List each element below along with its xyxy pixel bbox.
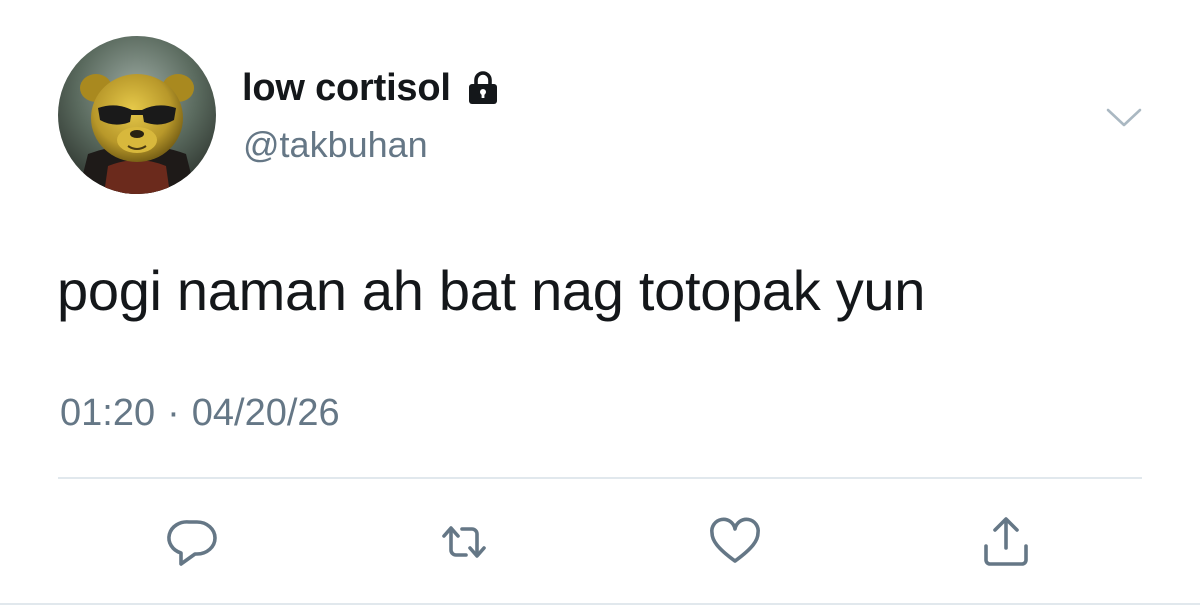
retweet-button[interactable] (434, 512, 494, 572)
like-button[interactable] (705, 512, 765, 572)
author-name-row: low cortisol (242, 66, 503, 110)
reply-button[interactable] (163, 512, 223, 572)
tweet-card: low cortisol @takbuhan pogi naman ah bat… (0, 0, 1200, 605)
lock-icon (463, 68, 503, 108)
username-handle[interactable]: @takbuhan (243, 124, 428, 166)
action-bar (0, 512, 1200, 572)
chevron-down-icon[interactable] (1104, 98, 1144, 138)
retweet-icon (434, 514, 494, 570)
tweet-time: 01:20 (60, 392, 156, 434)
share-upload-icon (978, 514, 1034, 570)
share-button[interactable] (976, 512, 1036, 572)
avatar-image (58, 36, 216, 194)
divider (58, 477, 1142, 479)
avatar[interactable] (58, 36, 216, 194)
tweet-timestamp[interactable]: 01:20 · 04/20/26 (60, 392, 340, 435)
tweet-date: 04/20/26 (191, 392, 340, 434)
heart-icon (707, 514, 763, 570)
display-name[interactable]: low cortisol (242, 67, 451, 110)
speech-bubble-icon (165, 514, 221, 570)
timestamp-separator: · (167, 392, 180, 434)
tweet-text: pogi naman ah bat nag totopak yun (57, 259, 926, 322)
